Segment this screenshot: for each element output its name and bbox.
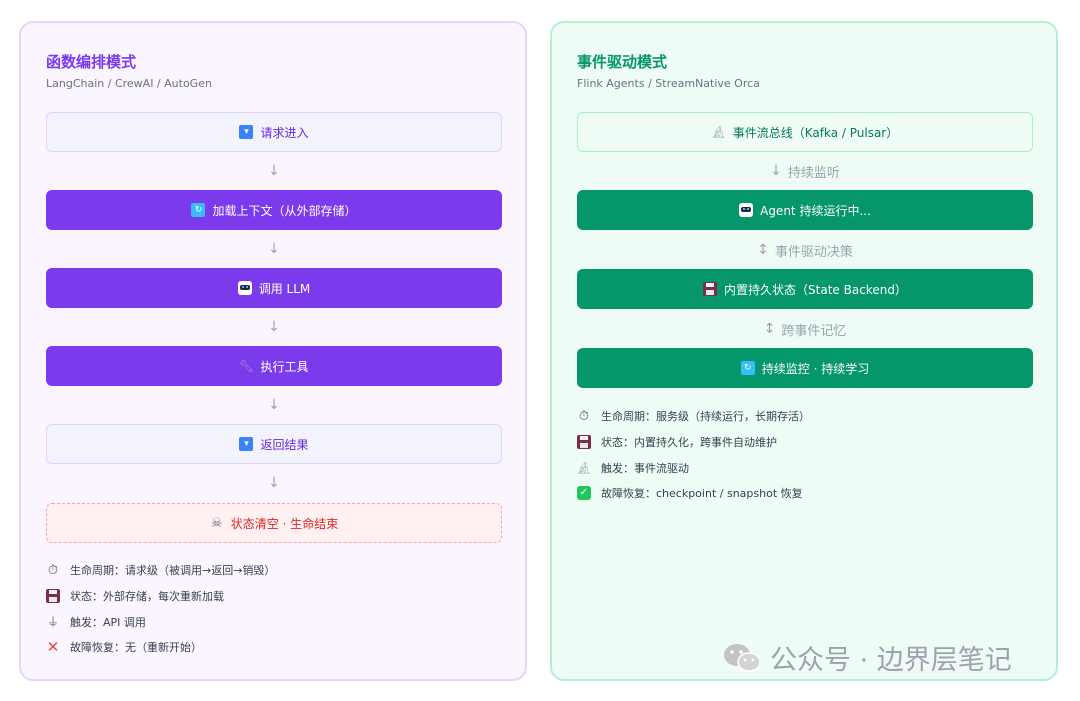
info-text: 故障恢复：checkpoint / snapshot 恢复 [601,487,803,500]
cross-mark-icon: ✕ [46,637,60,656]
info-state: 状态：外部存储，每次重新加载 [46,588,224,604]
arrow-glyph: ↓ [268,163,280,179]
step-label: 内置持久状态（State Backend） [724,282,907,297]
arrow-glyph: ↓ [268,397,280,413]
info-trigger: 🔬︎ 触发：事件流驱动 [576,460,689,476]
skull-icon: ☠ [210,515,223,531]
panel-title: 事件驱动模式 [577,53,668,71]
step-request-in: ▾ 请求进入 [46,112,502,152]
flow-arrow: ↓ [46,315,502,339]
check-mark-icon: ✓ [577,486,591,500]
floppy-disk-icon [577,435,591,449]
info-text: 状态：外部存储，每次重新加载 [70,590,224,603]
step-label: 调用 LLM [258,281,311,296]
inbox-tray-icon: ▾ [239,437,254,451]
refresh-icon: ↻ [191,203,206,217]
step-call-llm: 调用 LLM [46,268,502,308]
arrow-glyph: ↕ [757,242,769,258]
info-lifecycle: ⏱ 生命周期：服务级（持续运行，长期存活） [577,408,810,424]
microscope-icon: 🔬︎ [576,461,592,475]
step-monitor-learn: ↻ 持续监控 · 持续学习 [577,348,1033,388]
flow-arrow: ↕ 跨事件记忆 [577,317,1033,341]
robot-icon [237,281,252,295]
info-text: 生命周期：请求级（被调用→返回→销毁） [70,564,276,577]
arrow-glyph: ↓ [268,319,280,335]
step-persistent-state: 内置持久状态（State Backend） [577,269,1033,309]
step-run-tool: 🔧︎ 执行工具 [46,346,502,386]
step-label: 返回结果 [260,437,309,452]
step-label: 持续监控 · 持续学习 [761,361,870,376]
event-driven-panel: 事件驱动模式 Flink Agents / StreamNative Orca … [550,21,1058,681]
step-return-result: ▾ 返回结果 [46,424,502,464]
timer-icon: ⏱ [47,562,59,578]
arrow-glyph: ↓ [770,163,782,179]
info-text: 生命周期：服务级（持续运行，长期存活） [601,410,810,423]
info-text: 触发：事件流驱动 [601,462,689,475]
function-orchestration-panel: 函数编排模式 LangChain / CrewAI / AutoGen ▾ 请求… [19,21,527,681]
flow-arrow: ↓ [46,159,502,183]
flow-arrow: ↓ [46,237,502,261]
info-text: 故障恢复：无（重新开始） [70,641,202,654]
floppy-disk-icon [703,282,718,296]
flow-arrow: ↓ [46,471,502,495]
arrow-label: 跨事件记忆 [781,323,847,339]
panel-subtitle: Flink Agents / StreamNative Orca [577,77,760,90]
flow-arrow: ↓ [46,393,502,417]
wechat-watermark: 公众号 · 边界层笔记 [722,638,1012,677]
timer-icon: ⏱ [578,408,590,424]
panel-subtitle: LangChain / CrewAI / AutoGen [46,77,212,90]
info-text: 触发：API 调用 [70,616,146,629]
arrow-label: 事件驱动决策 [774,244,853,260]
step-load-context: ↻ 加载上下文（从外部存储） [46,190,502,230]
info-recovery: ✓ 故障恢复：checkpoint / snapshot 恢复 [577,485,803,501]
step-state-cleared: ☠ 状态清空 · 生命结束 [46,503,502,543]
floppy-disk-icon [46,589,60,603]
watermark-text: 公众号 · 边界层笔记 [770,645,1012,676]
arrow-glyph: ↓ [268,241,280,257]
arrow-glyph: ↕ [763,321,776,337]
panel-title: 函数编排模式 [46,53,137,71]
wechat-logo-icon [724,643,761,672]
flow-arrow: ↕ 事件驱动决策 [577,238,1033,262]
inbox-tray-icon: ▾ [239,125,254,139]
refresh-icon: ↻ [740,361,755,375]
step-label: 加载上下文（从外部存储） [212,203,357,218]
robot-icon [739,203,754,217]
info-text: 状态：内置持久化，跨事件自动维护 [601,436,777,449]
arrow-label: 持续监听 [787,165,840,181]
info-lifecycle: ⏱ 生命周期：请求级（被调用→返回→销毁） [46,562,276,578]
step-label: 事件流总线（Kafka / Pulsar） [732,125,899,140]
step-agent-running: Agent 持续运行中... [577,190,1033,230]
arrow-glyph: ↓ [268,475,280,491]
info-state: 状态：内置持久化，跨事件自动维护 [577,434,777,450]
step-label: 执行工具 [260,359,309,374]
plug-icon: ⏚ [46,615,59,629]
step-label: Agent 持续运行中... [760,203,871,218]
microscope-icon: 🔬︎ [711,125,727,139]
info-recovery: ✕ 故障恢复：无（重新开始） [46,639,202,655]
info-trigger: ⏚ 触发：API 调用 [46,614,146,630]
step-label: 请求进入 [260,125,309,140]
flow-arrow: ↓ 持续监听 [577,159,1033,183]
step-label: 状态清空 · 生命结束 [230,516,339,531]
step-event-bus: 🔬︎ 事件流总线（Kafka / Pulsar） [577,112,1033,152]
wrench-icon: 🔧︎ [238,359,255,373]
